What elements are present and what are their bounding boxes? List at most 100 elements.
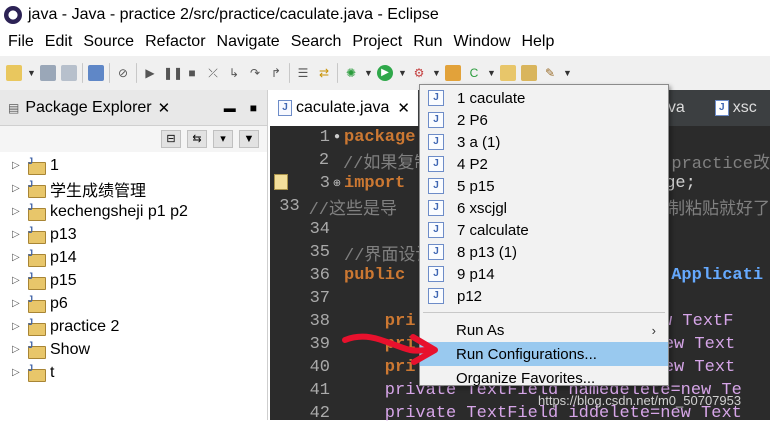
suspend-icon[interactable]: ❚❚ — [163, 65, 183, 81]
run-history-item[interactable]: J 1 caculate — [420, 87, 668, 109]
new-class-icon[interactable]: C — [466, 65, 482, 81]
package-explorer-tab[interactable]: ▤ Package Explorer ✕ — [8, 99, 170, 117]
menu-help[interactable]: Help — [521, 33, 554, 51]
close-icon[interactable]: ✕ — [158, 99, 171, 117]
drop-to-frame-icon[interactable]: ☰ — [295, 65, 311, 81]
chevron-down-icon[interactable]: ▼ — [239, 130, 259, 148]
expand-arrow-icon[interactable]: ▷ — [12, 367, 28, 378]
menu-navigate[interactable]: Navigate — [217, 33, 280, 51]
step-into-icon[interactable]: ↳ — [226, 65, 242, 81]
run-history-item[interactable]: J 6 xscjgl — [420, 197, 668, 219]
run-history-item[interactable]: J 4 P2 — [420, 153, 668, 175]
run-history-item[interactable]: J 9 p14 — [420, 263, 668, 285]
expand-arrow-icon[interactable]: ▷ — [12, 344, 28, 355]
tree-item[interactable]: ▷ p15 — [0, 269, 267, 292]
menu-run[interactable]: Run — [413, 33, 442, 51]
terminate-icon[interactable]: ■ — [184, 65, 200, 81]
run-as-menu-item[interactable]: Run As › — [420, 318, 668, 342]
step-return-icon[interactable]: ↱ — [268, 65, 284, 81]
editor-tab[interactable]: J xsc — [707, 90, 765, 126]
tree-item[interactable]: ▷ kechengsheji p1 p2 — [0, 200, 267, 223]
expand-arrow-icon[interactable]: ▷ — [12, 160, 28, 171]
close-icon[interactable]: ✕ — [397, 99, 410, 117]
run-configurations-label: Run Configurations... — [456, 345, 597, 363]
resume-icon[interactable]: ▶ — [142, 65, 158, 81]
run-dropdown-menu: J1 caculate J2 P6 J3 a (1) J4 P2 J5 p15 … — [419, 84, 669, 387]
launch-config-icon: J — [428, 200, 444, 216]
java-project-icon — [28, 156, 46, 175]
expand-arrow-icon[interactable]: ▷ — [12, 229, 28, 240]
title-bar: java - Java - practice 2/src/practice/ca… — [0, 0, 770, 30]
menu-file[interactable]: File — [8, 33, 34, 51]
expand-arrow-icon[interactable]: ▷ — [12, 321, 28, 332]
menu-source[interactable]: Source — [83, 33, 134, 51]
debug-icon[interactable]: ✺ — [343, 65, 359, 81]
tree-item[interactable]: ▷t — [0, 361, 267, 384]
warning-bookmark-icon[interactable] — [274, 174, 288, 190]
expand-arrow-icon[interactable]: ▷ — [12, 275, 28, 286]
view-menu-icon[interactable]: ▾ — [213, 130, 233, 148]
run-history-item[interactable]: J 5 p15 — [420, 175, 668, 197]
link-with-editor-icon[interactable]: ⇆ — [187, 130, 207, 148]
run-history-item[interactable]: J 2 P6 — [420, 109, 668, 131]
expand-arrow-icon[interactable]: ▷ — [12, 206, 28, 217]
marker-icon[interactable]: ✎ — [542, 65, 558, 81]
java-project-icon — [28, 317, 46, 336]
organize-favorites-menu-item[interactable]: Organize Favorites... — [420, 366, 668, 390]
editor-tab-active[interactable]: J caculate.java ✕ — [270, 90, 418, 126]
external-tools-icon[interactable]: ⚙ — [411, 65, 427, 81]
chevron-down-icon[interactable]: ▼ — [27, 65, 36, 81]
tree-item-label: Show — [50, 340, 91, 358]
chevron-down-icon[interactable]: ▼ — [432, 65, 441, 81]
tree-item[interactable]: ▷ p13 — [0, 223, 267, 246]
tree-item[interactable]: ▷ p6 — [0, 292, 267, 315]
open-type-icon[interactable] — [500, 65, 516, 81]
line-number: 35 — [309, 243, 330, 262]
skip-breakpoints-icon[interactable]: ⊘ — [115, 65, 131, 81]
tree-item[interactable]: ▷ practice 2 — [0, 315, 267, 338]
run-history-item[interactable]: J 8 p13 (1) — [420, 241, 668, 263]
new-icon[interactable] — [6, 65, 22, 81]
menu-search[interactable]: Search — [291, 33, 342, 51]
save-icon[interactable] — [40, 65, 56, 81]
run-history-label: 7 calculate — [457, 221, 529, 239]
run-history-item[interactable]: J 3 a (1) — [420, 131, 668, 153]
menu-edit[interactable]: Edit — [45, 33, 73, 51]
open-task-icon[interactable] — [521, 65, 537, 81]
expand-arrow-icon[interactable]: ▷ — [12, 183, 28, 194]
expand-arrow-icon[interactable]: ▷ — [12, 298, 28, 309]
maximize-icon[interactable]: ■ — [250, 101, 257, 115]
fold-marker[interactable]: ⊕ — [332, 178, 342, 190]
toolbar-separator — [136, 63, 137, 83]
save-all-icon[interactable] — [61, 65, 77, 81]
disconnect-icon[interactable]: ⤫ — [205, 65, 221, 81]
line-number: 1 — [319, 128, 330, 147]
minimize-icon[interactable]: ▬ — [224, 101, 236, 115]
run-icon[interactable]: ▶ — [377, 65, 393, 81]
chevron-down-icon[interactable]: ▼ — [487, 65, 496, 81]
code-text: import — [344, 174, 406, 193]
chevron-down-icon[interactable]: ▼ — [563, 65, 572, 81]
run-configurations-menu-item[interactable]: Run Configurations... — [420, 342, 668, 366]
tree-item[interactable]: ▷ 学生成绩管理 — [0, 177, 267, 200]
package-explorer-toolbar: ⊟ ⇆ ▾ ▼ — [0, 126, 267, 152]
toolbar-separator — [82, 63, 83, 83]
use-step-filters-icon[interactable]: ⇄ — [316, 65, 332, 81]
menu-project[interactable]: Project — [352, 33, 402, 51]
run-history-item[interactable]: Jp12 — [420, 285, 668, 307]
tree-item-label: 学生成绩管理 — [50, 182, 147, 200]
menu-refactor[interactable]: Refactor — [145, 33, 205, 51]
chevron-down-icon[interactable]: ▼ — [364, 65, 373, 81]
fold-marker[interactable]: ● — [332, 132, 342, 143]
run-history-item[interactable]: J 7 calculate — [420, 219, 668, 241]
tree-item[interactable]: ▷ Show — [0, 338, 267, 361]
new-java-project-icon[interactable] — [445, 65, 461, 81]
chevron-down-icon[interactable]: ▼ — [398, 65, 407, 81]
tree-item[interactable]: ▷ p14 — [0, 246, 267, 269]
console-icon[interactable] — [88, 65, 104, 81]
tree-item[interactable]: ▷1 — [0, 154, 267, 177]
collapse-all-icon[interactable]: ⊟ — [161, 130, 181, 148]
menu-window[interactable]: Window — [454, 33, 511, 51]
expand-arrow-icon[interactable]: ▷ — [12, 252, 28, 263]
step-over-icon[interactable]: ↷ — [247, 65, 263, 81]
